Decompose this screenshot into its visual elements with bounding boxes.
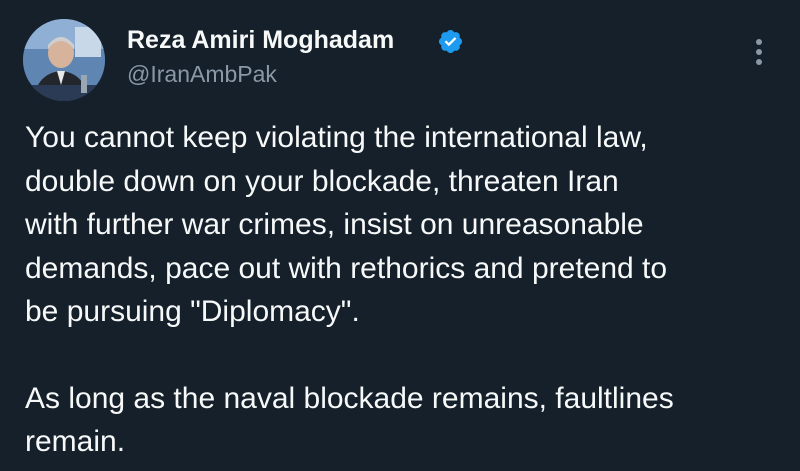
verified-badge-icon (438, 29, 463, 54)
author-name[interactable]: Reza Amiri Moghadam (127, 26, 394, 55)
tweet-text-line: be pursuing "Diplomacy". (25, 295, 360, 328)
author-handle[interactable]: @IranAmbPak (127, 61, 277, 88)
more-dot (756, 39, 762, 45)
tweet-card: Reza Amiri Moghadam @IranAmbPak You cann… (0, 0, 800, 471)
more-dot (756, 59, 762, 65)
more-dot (756, 49, 762, 55)
tweet-body: You cannot keep violating the internatio… (25, 116, 795, 464)
profile-photo-icon (23, 19, 105, 101)
tweet-text-line: double down on your blockade, threaten I… (25, 164, 619, 198)
tweet-text-line: You cannot keep violating the internatio… (25, 121, 648, 154)
tweet-text-line: with further war crimes, insist on unrea… (25, 208, 644, 241)
more-options-icon[interactable] (744, 30, 774, 74)
tweet-text-line: demands, pace out with rethorics and pre… (25, 251, 668, 285)
avatar[interactable] (23, 19, 105, 101)
tweet-text-line: remain. (25, 425, 126, 458)
tweet-text-line: As long as the naval blockade remains, f… (25, 381, 674, 415)
